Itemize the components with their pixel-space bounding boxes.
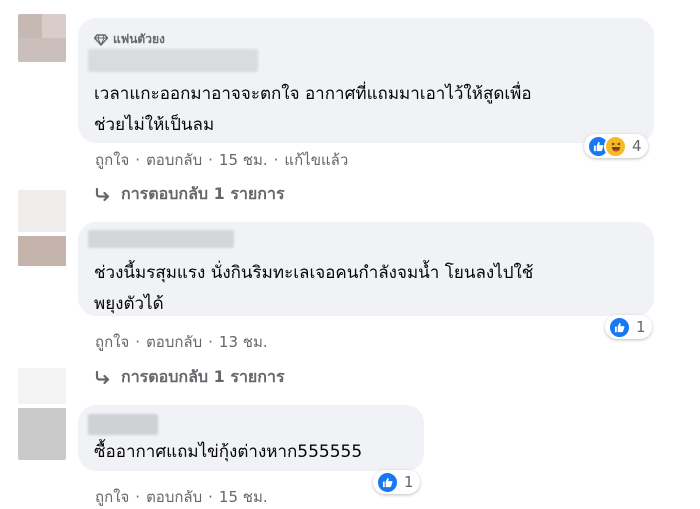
timestamp[interactable]: 15 ชม. bbox=[219, 148, 268, 172]
avatar[interactable] bbox=[18, 14, 66, 62]
comment-bubble: ช่วงนี้มรสุมแรง นั่งกินริมทะเลเจอคนกำลัง… bbox=[78, 222, 654, 316]
top-fan-badge[interactable]: แฟนตัวยง bbox=[94, 30, 165, 49]
separator-dot: · bbox=[208, 488, 213, 506]
like-icon bbox=[608, 315, 631, 339]
comment-text-line: ช่วยไม่ให้เป็นลม bbox=[94, 115, 215, 135]
reply-button[interactable]: ตอบกลับ bbox=[146, 485, 202, 509]
comment-text: ซื้ออากาศแถมไข่กุ้งต่างหาก555555 bbox=[94, 437, 362, 468]
comment-text: เวลาแกะออกมาอาจจะตกใจ อากาศที่แถมมาเอาไว… bbox=[94, 79, 532, 141]
comment-actions: ถูกใจ · ตอบกลับ · 15 ชม. bbox=[95, 485, 268, 509]
comment-text-line: ซื้ออากาศแถมไข่กุ้งต่างหาก555555 bbox=[94, 442, 363, 462]
comment-2: ช่วงนี้มรสุมแรง นั่งกินริมทะเลเจอคนกำลัง… bbox=[0, 190, 700, 390]
avatar[interactable] bbox=[18, 368, 66, 460]
comment-text-line: เวลาแกะออกมาอาจจะตกใจ อากาศที่แถมมาเอาไว… bbox=[94, 84, 532, 104]
reaction-count: 1 bbox=[636, 318, 646, 336]
reaction-count: 4 bbox=[632, 137, 642, 155]
commenter-name-redacted[interactable] bbox=[88, 230, 234, 248]
comment-3: ซื้ออากาศแถมไข่กุ้งต่างหาก555555 1 ถูกใจ… bbox=[0, 368, 700, 506]
commenter-name-redacted[interactable] bbox=[88, 414, 158, 435]
comment-1: แฟนตัวยง เวลาแกะออกมาอาจจะตกใจ อากาศที่แ… bbox=[0, 0, 700, 210]
haha-icon bbox=[604, 134, 627, 158]
like-button[interactable]: ถูกใจ bbox=[95, 485, 129, 509]
comment-actions: ถูกใจ · ตอบกลับ · 13 ชม. bbox=[95, 330, 268, 354]
comment-bubble: แฟนตัวยง เวลาแกะออกมาอาจจะตกใจ อากาศที่แ… bbox=[78, 18, 654, 143]
comment-text: ช่วงนี้มรสุมแรง นั่งกินริมทะเลเจอคนกำลัง… bbox=[94, 258, 533, 320]
reaction-summary[interactable]: 4 bbox=[584, 134, 648, 158]
edited-label[interactable]: แก้ไขแล้ว bbox=[284, 148, 348, 172]
avatar[interactable] bbox=[18, 190, 66, 274]
reaction-count: 1 bbox=[404, 473, 414, 491]
comment-text-line: ช่วงนี้มรสุมแรง นั่งกินริมทะเลเจอคนกำลัง… bbox=[94, 263, 534, 283]
commenter-name-redacted[interactable] bbox=[88, 49, 258, 72]
reaction-summary[interactable]: 1 bbox=[373, 470, 420, 494]
separator-dot: · bbox=[208, 333, 213, 351]
like-icon bbox=[376, 470, 399, 494]
badge-label: แฟนตัวยง bbox=[113, 32, 165, 46]
separator-dot: · bbox=[273, 151, 279, 169]
separator-dot: · bbox=[135, 488, 141, 506]
separator-dot: · bbox=[135, 151, 141, 169]
reply-button[interactable]: ตอบกลับ bbox=[146, 330, 202, 354]
separator-dot: · bbox=[208, 151, 213, 169]
reply-button[interactable]: ตอบกลับ bbox=[146, 148, 202, 172]
reaction-summary[interactable]: 1 bbox=[605, 315, 652, 339]
like-button[interactable]: ถูกใจ bbox=[95, 148, 129, 172]
comment-bubble: ซื้ออากาศแถมไข่กุ้งต่างหาก555555 bbox=[78, 405, 424, 471]
diamond-icon bbox=[94, 33, 108, 46]
like-button[interactable]: ถูกใจ bbox=[95, 330, 129, 354]
comment-actions: ถูกใจ · ตอบกลับ · 15 ชม. · แก้ไขแล้ว bbox=[95, 148, 348, 172]
timestamp[interactable]: 13 ชม. bbox=[219, 330, 268, 354]
separator-dot: · bbox=[135, 333, 141, 351]
timestamp[interactable]: 15 ชม. bbox=[219, 485, 268, 509]
comment-text-line: พยุงตัวได้ bbox=[94, 294, 164, 314]
